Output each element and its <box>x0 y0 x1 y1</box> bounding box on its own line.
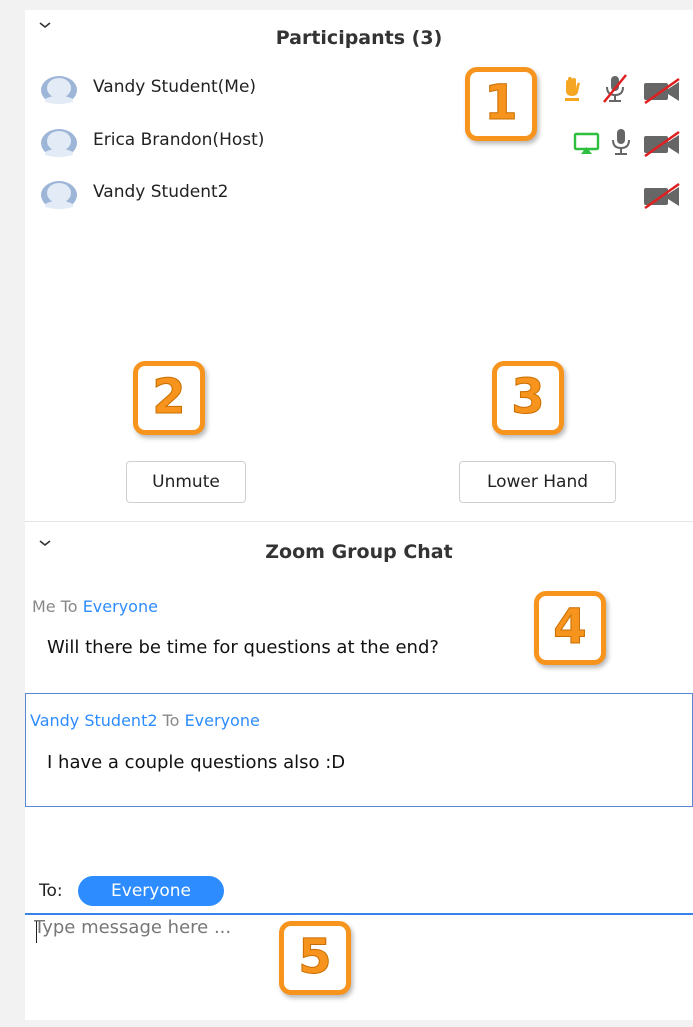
message-sender[interactable]: Vandy Student2 <box>30 711 158 730</box>
callout-1: 1 <box>465 67 537 141</box>
message-meta: Vandy Student2 To Everyone <box>30 711 260 730</box>
chat-header: Zoom Group Chat <box>25 528 693 568</box>
microphone-icon[interactable] <box>608 127 634 157</box>
message-text: I have a couple questions also :D <box>47 752 346 773</box>
participants-header: Participants (3) <box>25 10 693 50</box>
video-off-icon[interactable] <box>642 78 682 104</box>
participant-row[interactable]: Erica Brandon(Host) <box>40 125 690 161</box>
input-focus-line <box>25 913 693 915</box>
message-recipient[interactable]: Everyone <box>83 597 158 616</box>
participant-name: Erica Brandon(Host) <box>93 130 265 150</box>
callout-2: 2 <box>133 361 205 435</box>
participant-row[interactable]: Vandy Student2 <box>40 177 690 213</box>
raised-hand-icon <box>565 77 580 101</box>
chat-title: Zoom Group Chat <box>265 541 453 563</box>
message-input[interactable] <box>34 917 684 1007</box>
video-off-icon[interactable] <box>642 183 682 209</box>
message-meta: Me To Everyone <box>32 597 158 616</box>
message-to-word: To <box>162 711 180 730</box>
callout-3: 3 <box>492 361 564 435</box>
text-caret <box>36 921 37 943</box>
unmute-button[interactable]: Unmute <box>126 461 246 503</box>
participant-name: Vandy Student(Me) <box>93 77 257 97</box>
message-text: Will there be time for questions at the … <box>47 637 439 658</box>
video-off-icon[interactable] <box>642 131 682 157</box>
message-sender: Me <box>32 597 56 616</box>
to-label: To: <box>39 881 63 901</box>
avatar-icon <box>41 129 77 157</box>
participant-name: Vandy Student2 <box>93 182 229 202</box>
participants-title: Participants (3) <box>275 27 443 49</box>
recipient-dropdown[interactable]: Everyone <box>78 876 224 906</box>
lower-hand-button[interactable]: Lower Hand <box>459 461 616 503</box>
avatar-icon <box>41 181 77 209</box>
message-to-word: To <box>60 597 78 616</box>
participant-row[interactable]: Vandy Student(Me) <box>40 72 690 108</box>
message-recipient[interactable]: Everyone <box>185 711 260 730</box>
zoom-side-panel: Participants (3) Vandy Student(Me) Erica… <box>25 10 693 1020</box>
microphone-muted-icon[interactable] <box>602 74 628 104</box>
avatar-icon <box>41 76 77 104</box>
screen-share-icon <box>573 132 600 154</box>
callout-5: 5 <box>279 921 351 995</box>
callout-4: 4 <box>534 591 606 665</box>
section-divider <box>25 521 693 522</box>
